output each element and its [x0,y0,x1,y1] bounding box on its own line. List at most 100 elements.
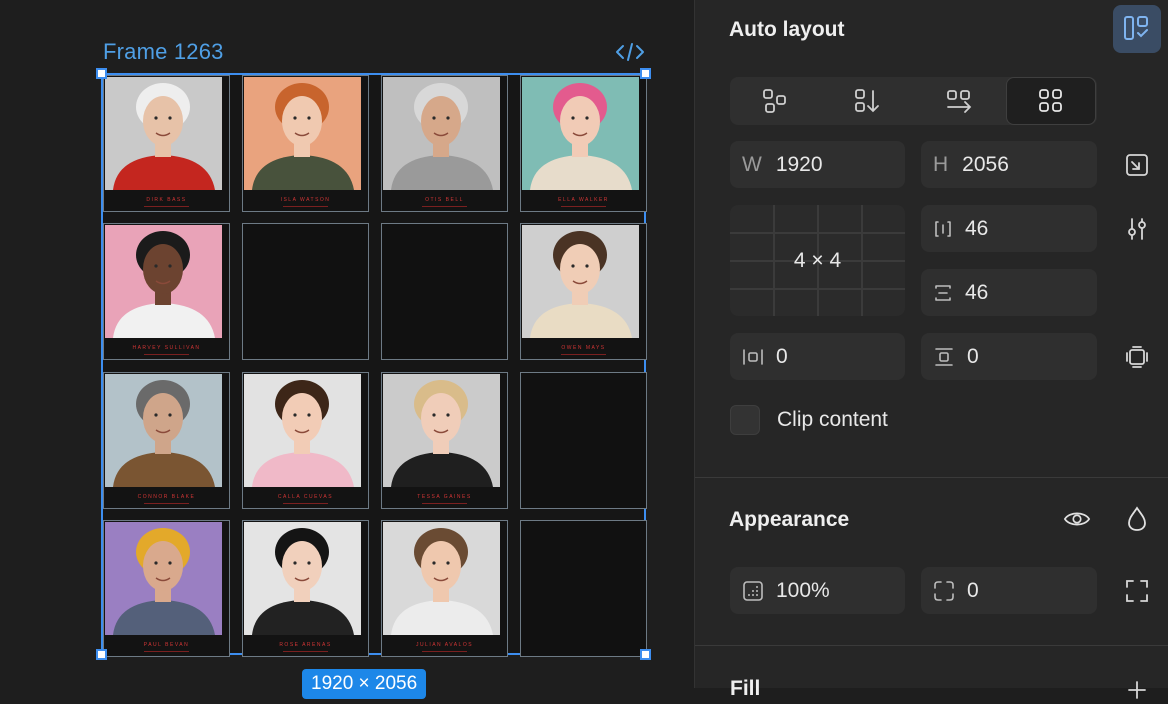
resize-handle-bottom-left[interactable] [96,649,107,660]
portrait-photo [244,374,361,487]
card-name-caption: PAUL BEVAN [143,642,190,648]
grid-size-label: 4 × 4 [793,249,842,272]
freeform-layout-button[interactable] [730,77,820,125]
grid-icon [1039,89,1062,112]
row-gap-value[interactable]: 46 [965,281,988,305]
card-subtitle-line [422,206,467,207]
profile-card[interactable]: PAUL BEVAN [103,520,230,657]
height-value[interactable]: 2056 [962,153,1009,177]
vertical-layout-button[interactable] [822,77,912,125]
card-name-caption: ELLA WALKER [558,197,609,203]
resize-handle-top-left[interactable] [96,68,107,79]
profile-card[interactable]: DIRK BASS [103,75,230,212]
profile-card[interactable]: ISLA WATSON [242,75,369,212]
layout-direction-group [730,77,1097,125]
card-subtitle-line [144,651,189,652]
portrait-photo [522,225,639,338]
card-subtitle-line [422,503,467,504]
card-name-caption: OTIS BELL [425,197,464,203]
layout-settings-sliders-icon[interactable] [1123,215,1151,243]
corner-radius-field[interactable]: 0 [921,567,1097,614]
clip-content-checkbox[interactable] [730,405,760,435]
card-name-caption: CONNOR BLAKE [137,494,196,500]
profile-card[interactable]: CONNOR BLAKE [103,372,230,509]
column-gap-icon [933,219,953,239]
opacity-value[interactable]: 100% [776,579,830,603]
empty-grid-cell[interactable] [520,372,647,509]
portrait-photo [105,522,222,635]
grid-dimension-picker[interactable]: 4 × 4 [730,205,905,316]
arrow-down-layout-icon [855,89,879,113]
card-name-caption: TESSA GAINES [417,494,472,500]
layout-settings-toggle[interactable] [1113,5,1161,53]
resize-handle-bottom-right[interactable] [640,649,651,660]
profile-card[interactable]: JULIAN AVALOS [381,520,508,657]
portrait-photo [105,77,222,190]
profile-card[interactable]: OTIS BELL [381,75,508,212]
portrait-photo [383,522,500,635]
card-name-caption: OWEN MAYS [561,345,606,351]
width-field[interactable]: W 1920 [730,141,905,188]
freeform-icon [763,89,786,113]
selected-frame[interactable]: DIRK BASS ISLA WATSON OTIS BELL ELLA WALKER… [101,73,647,657]
horizontal-padding-field[interactable]: 0 [730,333,905,380]
card-subtitle-line [561,206,606,207]
clip-content-label: Clip content [777,408,888,431]
frame-size-badge: 1920 × 2056 [302,669,427,699]
section-divider [695,645,1168,646]
vertical-padding-icon [933,347,955,367]
row-gap-field[interactable]: 46 [921,269,1097,316]
drop-icon[interactable] [1123,505,1151,533]
appearance-title: Appearance [729,508,850,531]
code-icon[interactable] [614,40,646,64]
card-name-caption: ISLA WATSON [280,197,331,203]
individual-padding-icon[interactable] [1123,343,1151,371]
horizontal-layout-button[interactable] [914,77,1004,125]
horizontal-padding-icon [742,347,764,367]
profile-card[interactable]: ELLA WALKER [520,75,647,212]
width-value[interactable]: 1920 [776,153,823,177]
vertical-padding-field[interactable]: 0 [921,333,1097,380]
card-name-caption: JULIAN AVALOS [415,642,474,648]
opacity-icon [742,580,764,602]
portrait-photo [383,77,500,190]
card-subtitle-line [144,206,189,207]
eye-icon[interactable] [1063,505,1091,533]
column-gap-value[interactable]: 46 [965,217,988,241]
opacity-field[interactable]: 100% [730,567,905,614]
empty-grid-cell[interactable] [381,223,508,360]
width-label: W [742,152,762,176]
card-name-caption: HARVEY SULLIVAN [132,345,201,351]
portrait-photo [522,77,639,190]
corner-radius-value[interactable]: 0 [967,579,979,603]
resize-handle-top-right[interactable] [640,68,651,79]
add-fill-icon[interactable] [1123,676,1151,704]
profile-card[interactable]: ROSE ARENAS [242,520,369,657]
empty-grid-cell[interactable] [242,223,369,360]
profile-card[interactable]: CALLA CUEVAS [242,372,369,509]
portrait-photo [244,77,361,190]
card-subtitle-line [144,503,189,504]
horizontal-padding-value[interactable]: 0 [776,345,788,369]
card-subtitle-line [561,354,606,355]
card-subtitle-line [144,354,189,355]
arrow-right-layout-icon [947,90,972,113]
card-name-caption: CALLA CUEVAS [277,494,334,500]
corner-radius-icon [933,580,955,602]
fill-title: Fill [730,677,761,700]
resize-to-fit-icon[interactable] [1123,151,1151,179]
vertical-padding-value[interactable]: 0 [967,345,979,369]
independent-corners-icon[interactable] [1123,577,1151,605]
profile-card[interactable]: OWEN MAYS [520,223,647,360]
portrait-photo [383,374,500,487]
grid-layout-button[interactable] [1006,77,1096,125]
card-subtitle-line [283,206,328,207]
profile-card[interactable]: HARVEY SULLIVAN [103,223,230,360]
design-canvas[interactable]: Frame 1263 DIRK BASS ISLA WATSON OTIS BELL… [0,0,694,699]
frame-name-label[interactable]: Frame 1263 [103,39,224,65]
column-gap-field[interactable]: 46 [921,205,1097,252]
empty-grid-cell[interactable] [520,520,647,657]
height-field[interactable]: H 2056 [921,141,1097,188]
profile-card[interactable]: TESSA GAINES [381,372,508,509]
portrait-photo [105,374,222,487]
